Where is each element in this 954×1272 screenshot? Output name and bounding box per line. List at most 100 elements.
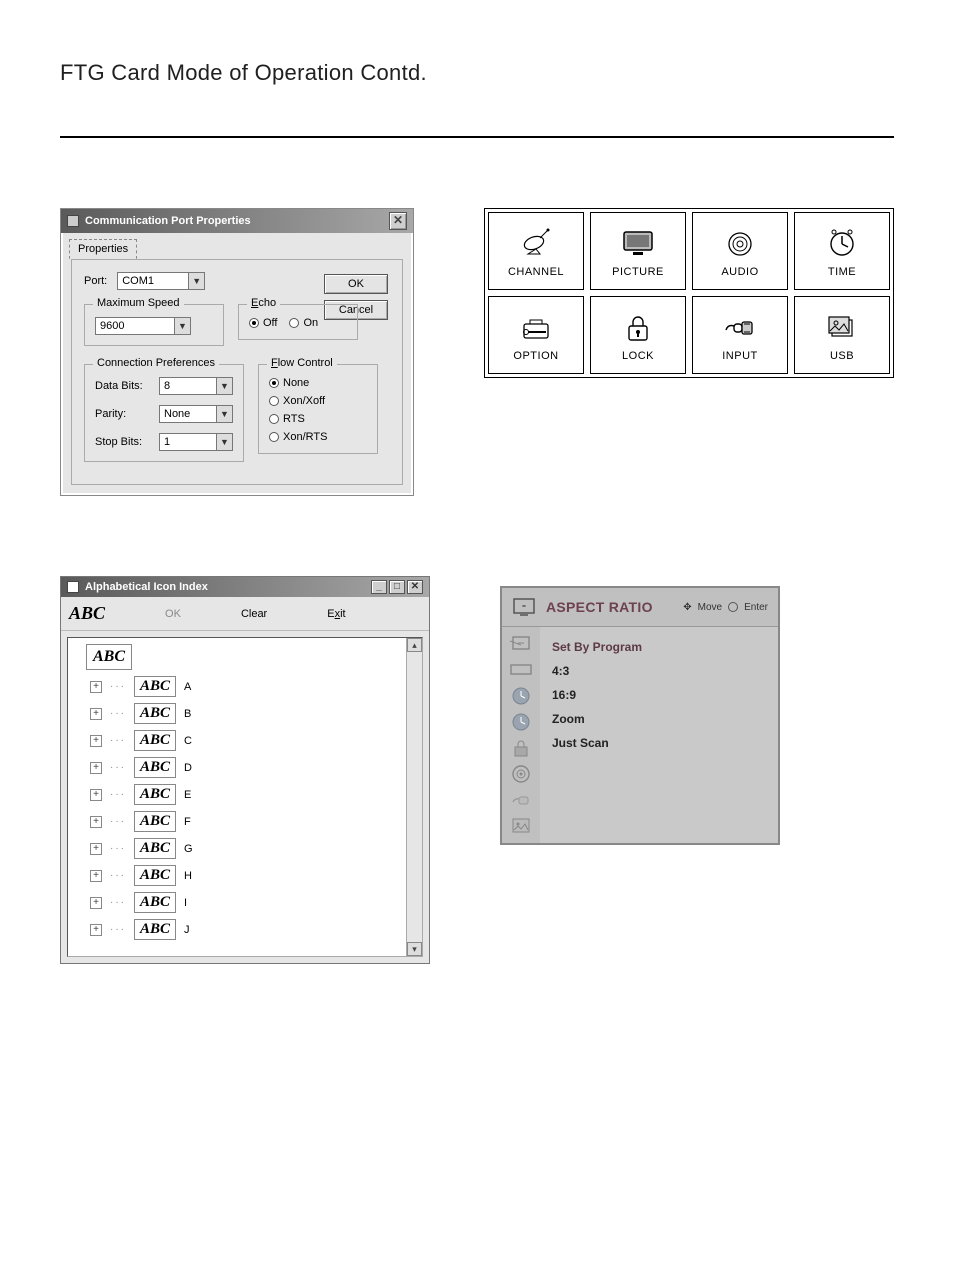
photo-mini-icon[interactable] [509, 815, 533, 837]
tree-item[interactable]: +···ABCJ [90, 919, 422, 940]
comm-port-dialog: Communication Port Properties ✕ Properti… [60, 208, 414, 496]
osd-option[interactable]: Set By Program [552, 635, 766, 659]
satellite-icon [518, 228, 554, 260]
stopbits-select[interactable]: 1 ▼ [159, 433, 233, 451]
tree-item[interactable]: +···ABCB [90, 703, 422, 724]
tree-connector: ··· [110, 816, 126, 827]
port-label: Port: [84, 275, 107, 287]
echo-off-radio[interactable]: Off [249, 317, 277, 329]
speaker-icon [722, 228, 758, 260]
expand-icon[interactable]: + [90, 924, 102, 936]
lock-icon[interactable] [509, 737, 533, 759]
tab-properties[interactable]: Properties [69, 239, 137, 259]
tv-cell-label: INPUT [722, 350, 758, 362]
tv-cell-input[interactable]: INPUT [692, 296, 788, 374]
chevron-down-icon: ▼ [216, 378, 232, 394]
parity-select[interactable]: None ▼ [159, 405, 233, 423]
tree-item[interactable]: +···ABCC [90, 730, 422, 751]
tree-item[interactable]: +···ABCF [90, 811, 422, 832]
tree-letter: H [184, 870, 192, 882]
abc-badge: ABC [134, 865, 176, 886]
flow-xon-radio[interactable]: Xon/Xoff [269, 395, 367, 407]
tree-item[interactable]: +···ABCA [90, 676, 422, 697]
target-icon[interactable] [509, 763, 533, 785]
tree-connector: ··· [110, 789, 126, 800]
dialog-titlebar: Communication Port Properties ✕ [61, 209, 413, 233]
osd-option[interactable]: Zoom [552, 707, 766, 731]
tv-cell-audio[interactable]: AUDIO [692, 212, 788, 290]
expand-icon[interactable]: + [90, 735, 102, 747]
databits-select[interactable]: 8 ▼ [159, 377, 233, 395]
clock2-icon[interactable] [509, 711, 533, 733]
tree-area: ABC +···ABCA+···ABCB+···ABCC+···ABCD+···… [67, 637, 423, 957]
tv-cell-label: USB [830, 350, 854, 362]
tree-item[interactable]: +···ABCI [90, 892, 422, 913]
expand-icon[interactable]: + [90, 762, 102, 774]
echo-label: Echo [247, 297, 280, 309]
minimize-icon[interactable]: _ [371, 580, 387, 594]
aspect-wide-icon[interactable] [509, 659, 533, 681]
chevron-down-icon: ▼ [188, 273, 204, 289]
tree-connector: ··· [110, 897, 126, 908]
close-icon[interactable]: ✕ [407, 580, 423, 594]
tree-root[interactable]: ABC [86, 644, 132, 670]
tree-letter: J [184, 924, 190, 936]
expand-icon[interactable]: + [90, 816, 102, 828]
tv-cell-label: TIME [828, 266, 856, 278]
expand-icon[interactable]: + [90, 789, 102, 801]
max-speed-select[interactable]: 9600 ▼ [95, 317, 191, 335]
app-icon [67, 581, 79, 593]
echo-group: Echo Off On [238, 304, 358, 340]
tree-connector: ··· [110, 762, 126, 773]
flow-none-radio[interactable]: None [269, 377, 367, 389]
tree-item[interactable]: +···ABCH [90, 865, 422, 886]
aspect-square-icon[interactable] [509, 633, 533, 655]
abc-badge: ABC [134, 784, 176, 805]
osd-option[interactable]: 4:3 [552, 659, 766, 683]
clock-icon[interactable] [509, 685, 533, 707]
expand-icon[interactable]: + [90, 870, 102, 882]
port-select[interactable]: COM1 ▼ [117, 272, 205, 290]
tv-cell-time[interactable]: TIME [794, 212, 890, 290]
icon-index-dialog: Alphabetical Icon Index _ □ ✕ ABC OK Cle… [60, 576, 430, 964]
max-speed-group: Maximum Speed 9600 ▼ [84, 304, 224, 346]
clear-button[interactable]: Clear [241, 608, 267, 620]
tv-cell-picture[interactable]: PICTURE [590, 212, 686, 290]
tv-cell-channel[interactable]: CHANNEL [488, 212, 584, 290]
scroll-up-icon[interactable]: ▴ [407, 638, 422, 652]
tv-cell-lock[interactable]: LOCK [590, 296, 686, 374]
scroll-down-icon[interactable]: ▾ [407, 942, 422, 956]
plug-icon [722, 312, 758, 344]
ok-button[interactable]: OK [324, 274, 388, 294]
tv-cell-usb[interactable]: USB [794, 296, 890, 374]
maximize-icon[interactable]: □ [389, 580, 405, 594]
tree-connector: ··· [110, 708, 126, 719]
abc-badge: ABC [134, 730, 176, 751]
expand-icon[interactable]: + [90, 843, 102, 855]
tree-connector: ··· [110, 924, 126, 935]
tree-item[interactable]: +···ABCE [90, 784, 422, 805]
aspect-ratio-icon [512, 596, 536, 618]
photo-icon [824, 312, 860, 344]
max-speed-label: Maximum Speed [93, 297, 184, 309]
ok-button[interactable]: OK [165, 608, 181, 620]
tv-cell-option[interactable]: OPTION [488, 296, 584, 374]
tree-item[interactable]: +···ABCG [90, 838, 422, 859]
expand-icon[interactable]: + [90, 708, 102, 720]
scrollbar[interactable]: ▴ ▾ [406, 638, 422, 956]
plug-mini-icon[interactable] [509, 789, 533, 811]
divider [60, 136, 894, 138]
tree-letter: D [184, 762, 192, 774]
expand-icon[interactable]: + [90, 897, 102, 909]
osd-option[interactable]: 16:9 [552, 683, 766, 707]
tv-icon [620, 228, 656, 260]
expand-icon[interactable]: + [90, 681, 102, 693]
echo-on-radio[interactable]: On [289, 317, 318, 329]
exit-button[interactable]: Exit [327, 608, 345, 620]
tree-item[interactable]: +···ABCD [90, 757, 422, 778]
flow-xonrts-radio[interactable]: Xon/RTS [269, 431, 367, 443]
close-icon[interactable]: ✕ [389, 212, 407, 230]
tv-cell-label: OPTION [513, 350, 558, 362]
osd-option[interactable]: Just Scan [552, 731, 766, 755]
flow-rts-radio[interactable]: RTS [269, 413, 367, 425]
